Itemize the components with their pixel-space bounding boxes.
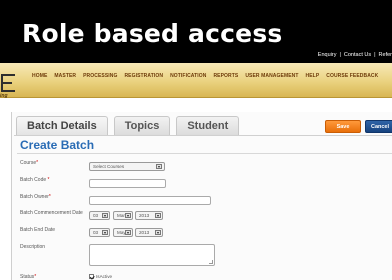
description-textarea[interactable] [89, 244, 215, 266]
end-date-label: Batch End Date [20, 227, 56, 233]
required-marker: * [36, 160, 39, 166]
commencement-year-value: 2013 [139, 213, 150, 218]
commencement-day-select[interactable]: 03 [89, 211, 110, 220]
commencement-month-value: Mar [117, 213, 125, 218]
form-title: Create Batch [20, 138, 95, 152]
chevron-down-icon [125, 230, 131, 235]
nav-item-master[interactable]: MASTER [54, 73, 76, 79]
status-label: Status* [20, 274, 36, 280]
logo-stroke [1, 82, 12, 84]
resize-grip-icon[interactable] [209, 260, 213, 264]
chevron-down-icon [155, 213, 161, 218]
commencement-day-value: 03 [93, 213, 99, 218]
logo-stroke [1, 74, 15, 76]
required-marker: * [48, 194, 51, 200]
batch-code-label-text: Batch Code [20, 177, 47, 183]
form-title-divider [17, 153, 392, 154]
commencement-month-select[interactable]: Mar [113, 211, 133, 220]
description-label: Description [20, 244, 46, 250]
batch-code-label: Batch Code * [20, 177, 49, 183]
tab-topics[interactable]: Topics [113, 116, 171, 135]
tab-student[interactable]: Student [176, 116, 240, 135]
nav-item-registration[interactable]: REGISTRATION [124, 73, 163, 79]
top-links: Enquiry | Contact Us | Refer [318, 52, 392, 58]
required-marker: * [34, 274, 37, 280]
commencement-year-select[interactable]: 2013 [135, 211, 163, 220]
chevron-down-icon [102, 230, 108, 235]
batch-owner-label: Batch Owner* [20, 194, 51, 200]
course-select-value: Select Courses [93, 164, 125, 169]
nav-item-processing[interactable]: PROCESSING [83, 73, 117, 79]
logo-stroke [1, 90, 15, 92]
enquiry-link[interactable]: Enquiry [318, 52, 337, 58]
end-year-select[interactable]: 2013 [135, 228, 163, 237]
cancel-button[interactable]: Cancel [365, 120, 392, 133]
status-label-text: Status [20, 274, 35, 280]
commencement-date-label: Batch Commencement Date [20, 210, 83, 216]
nav-menu: HOME MASTER PROCESSING REGISTRATION NOTI… [32, 73, 378, 79]
page-heading: Role based access [22, 19, 283, 48]
chevron-down-icon [156, 164, 162, 169]
chevron-down-icon [102, 213, 108, 218]
nav-item-home[interactable]: HOME [32, 73, 47, 79]
course-label: Course* [20, 160, 38, 166]
end-day-select[interactable]: 03 [89, 228, 110, 237]
contact-us-link[interactable]: Contact Us [344, 52, 371, 58]
batch-owner-label-text: Batch Owner [20, 194, 49, 200]
required-marker: * [46, 177, 50, 183]
tab-divider [14, 135, 392, 136]
end-month-select[interactable]: May [113, 228, 133, 237]
main-navbar [0, 63, 392, 98]
chevron-down-icon [125, 213, 131, 218]
course-select[interactable]: Select Courses [89, 162, 165, 171]
link-separator: | [339, 52, 341, 58]
batch-code-field[interactable] [89, 179, 166, 188]
course-label-text: Course [20, 160, 37, 166]
chevron-down-icon [155, 230, 161, 235]
isactive-checkbox[interactable] [89, 274, 94, 279]
save-button[interactable]: Save [325, 120, 361, 133]
nav-item-course-feedback[interactable]: COURSE FEEDBACK [326, 73, 378, 79]
tab-batch-details[interactable]: Batch Details [16, 116, 108, 135]
nav-item-notification[interactable]: NOTIFICATION [170, 73, 206, 79]
title-banner: Role based access Enquiry | Contact Us | Ref… [0, 0, 392, 63]
tab-strip: Batch Details Topics Student [16, 116, 240, 135]
isactive-label: IsActive [96, 274, 113, 279]
refer-link[interactable]: Refer [379, 52, 392, 58]
end-year-value: 2013 [139, 230, 150, 235]
nav-item-reports[interactable]: REPORTS [213, 73, 238, 79]
batch-owner-field[interactable] [89, 196, 211, 205]
end-day-value: 03 [93, 230, 99, 235]
nav-item-user-management[interactable]: USER MANAGEMENT [245, 73, 298, 79]
link-separator: | [374, 52, 376, 58]
nav-item-help[interactable]: HELP [306, 73, 320, 79]
